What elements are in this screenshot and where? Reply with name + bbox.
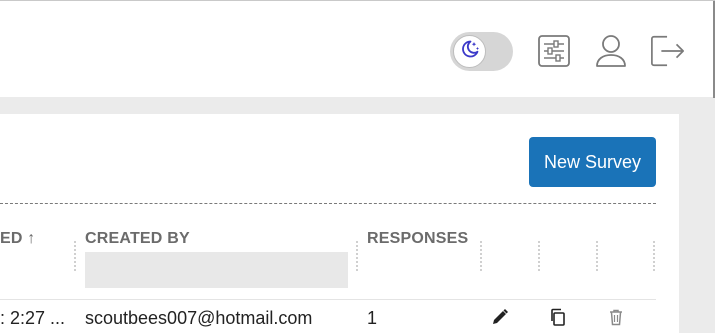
- sliders-icon[interactable]: [536, 33, 572, 69]
- column-separator: [653, 241, 655, 271]
- cell-created-by: scoutbees007@hotmail.com: [85, 308, 313, 328]
- cell-responses: 1: [367, 308, 378, 328]
- new-survey-button[interactable]: New Survey: [529, 137, 656, 187]
- column-separator: [480, 241, 482, 271]
- column-separator: [538, 241, 540, 271]
- column-header-created[interactable]: ED ↑: [0, 230, 35, 248]
- created-by-filter-input[interactable]: [85, 252, 348, 288]
- theme-toggle[interactable]: [450, 32, 513, 71]
- column-header-created-by[interactable]: CREATED BY: [85, 230, 190, 248]
- delete-icon[interactable]: [606, 307, 626, 327]
- column-separator: [356, 241, 358, 271]
- row-divider: [0, 299, 656, 300]
- copy-icon[interactable]: [548, 307, 568, 327]
- column-header-responses[interactable]: RESPONSES: [367, 230, 468, 248]
- column-separator: [74, 241, 76, 271]
- cell-created: : 2:27 ...: [0, 308, 66, 328]
- toggle-knob: [453, 35, 486, 68]
- column-separator: [596, 241, 598, 271]
- divider: [0, 203, 656, 204]
- user-icon[interactable]: [593, 33, 629, 69]
- survey-panel: New Survey ED ↑ CREATED BY RESPONSES : 2…: [0, 114, 679, 333]
- top-bar: [0, 0, 715, 98]
- moon-stars-icon: [459, 38, 481, 65]
- edit-icon[interactable]: [490, 307, 510, 327]
- logout-icon[interactable]: [650, 33, 686, 69]
